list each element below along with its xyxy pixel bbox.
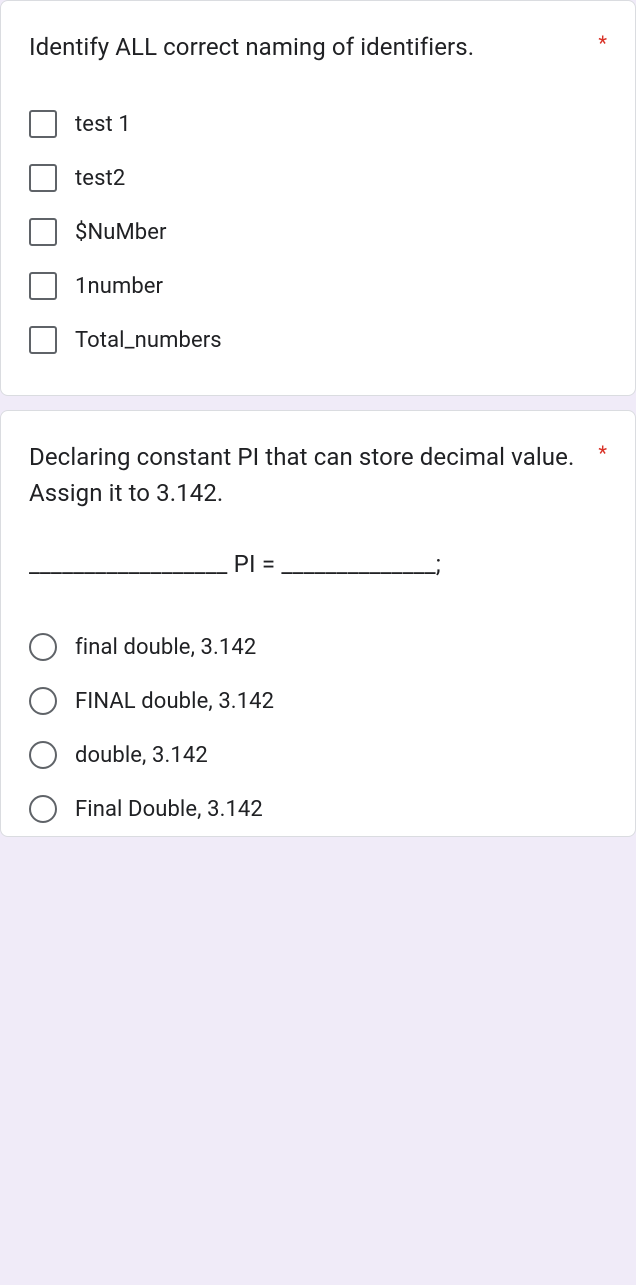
option-label: $NuMber xyxy=(75,220,167,245)
radio-option[interactable]: Final Double, 3.142 xyxy=(29,782,607,836)
checkbox-option[interactable]: test2 xyxy=(29,151,607,205)
option-label: test 1 xyxy=(75,112,131,137)
radio-icon[interactable] xyxy=(29,795,57,823)
question-card-1: Identify ALL correct naming of identifie… xyxy=(0,0,636,396)
checkbox-option[interactable]: $NuMber xyxy=(29,205,607,259)
question-card-2: Declaring constant PI that can store dec… xyxy=(0,410,636,837)
checkbox-icon[interactable] xyxy=(29,218,57,246)
fill-in-prompt: __________________ PI = ______________; xyxy=(29,543,607,586)
option-label: FINAL double, 3.142 xyxy=(75,689,274,714)
option-label: double, 3.142 xyxy=(75,743,208,768)
radio-icon[interactable] xyxy=(29,633,57,661)
checkbox-icon[interactable] xyxy=(29,164,57,192)
radio-option[interactable]: final double, 3.142 xyxy=(29,620,607,674)
option-label: Total_numbers xyxy=(75,328,222,353)
radio-option[interactable]: FINAL double, 3.142 xyxy=(29,674,607,728)
checkbox-option[interactable]: Total_numbers xyxy=(29,313,607,367)
option-label: Final Double, 3.142 xyxy=(75,797,263,822)
required-indicator: * xyxy=(598,29,607,53)
question-header: Declaring constant PI that can store dec… xyxy=(29,439,607,511)
question-header: Identify ALL correct naming of identifie… xyxy=(29,29,607,65)
question-text: Identify ALL correct naming of identifie… xyxy=(29,29,588,65)
option-label: 1number xyxy=(75,274,163,299)
checkbox-icon[interactable] xyxy=(29,326,57,354)
checkbox-icon[interactable] xyxy=(29,272,57,300)
checkbox-option[interactable]: test 1 xyxy=(29,97,607,151)
radio-icon[interactable] xyxy=(29,741,57,769)
option-label: test2 xyxy=(75,166,125,191)
required-indicator: * xyxy=(598,439,607,463)
question-text: Declaring constant PI that can store dec… xyxy=(29,439,588,511)
option-label: final double, 3.142 xyxy=(75,635,256,660)
radio-option[interactable]: double, 3.142 xyxy=(29,728,607,782)
radio-icon[interactable] xyxy=(29,687,57,715)
checkbox-option[interactable]: 1number xyxy=(29,259,607,313)
checkbox-icon[interactable] xyxy=(29,110,57,138)
